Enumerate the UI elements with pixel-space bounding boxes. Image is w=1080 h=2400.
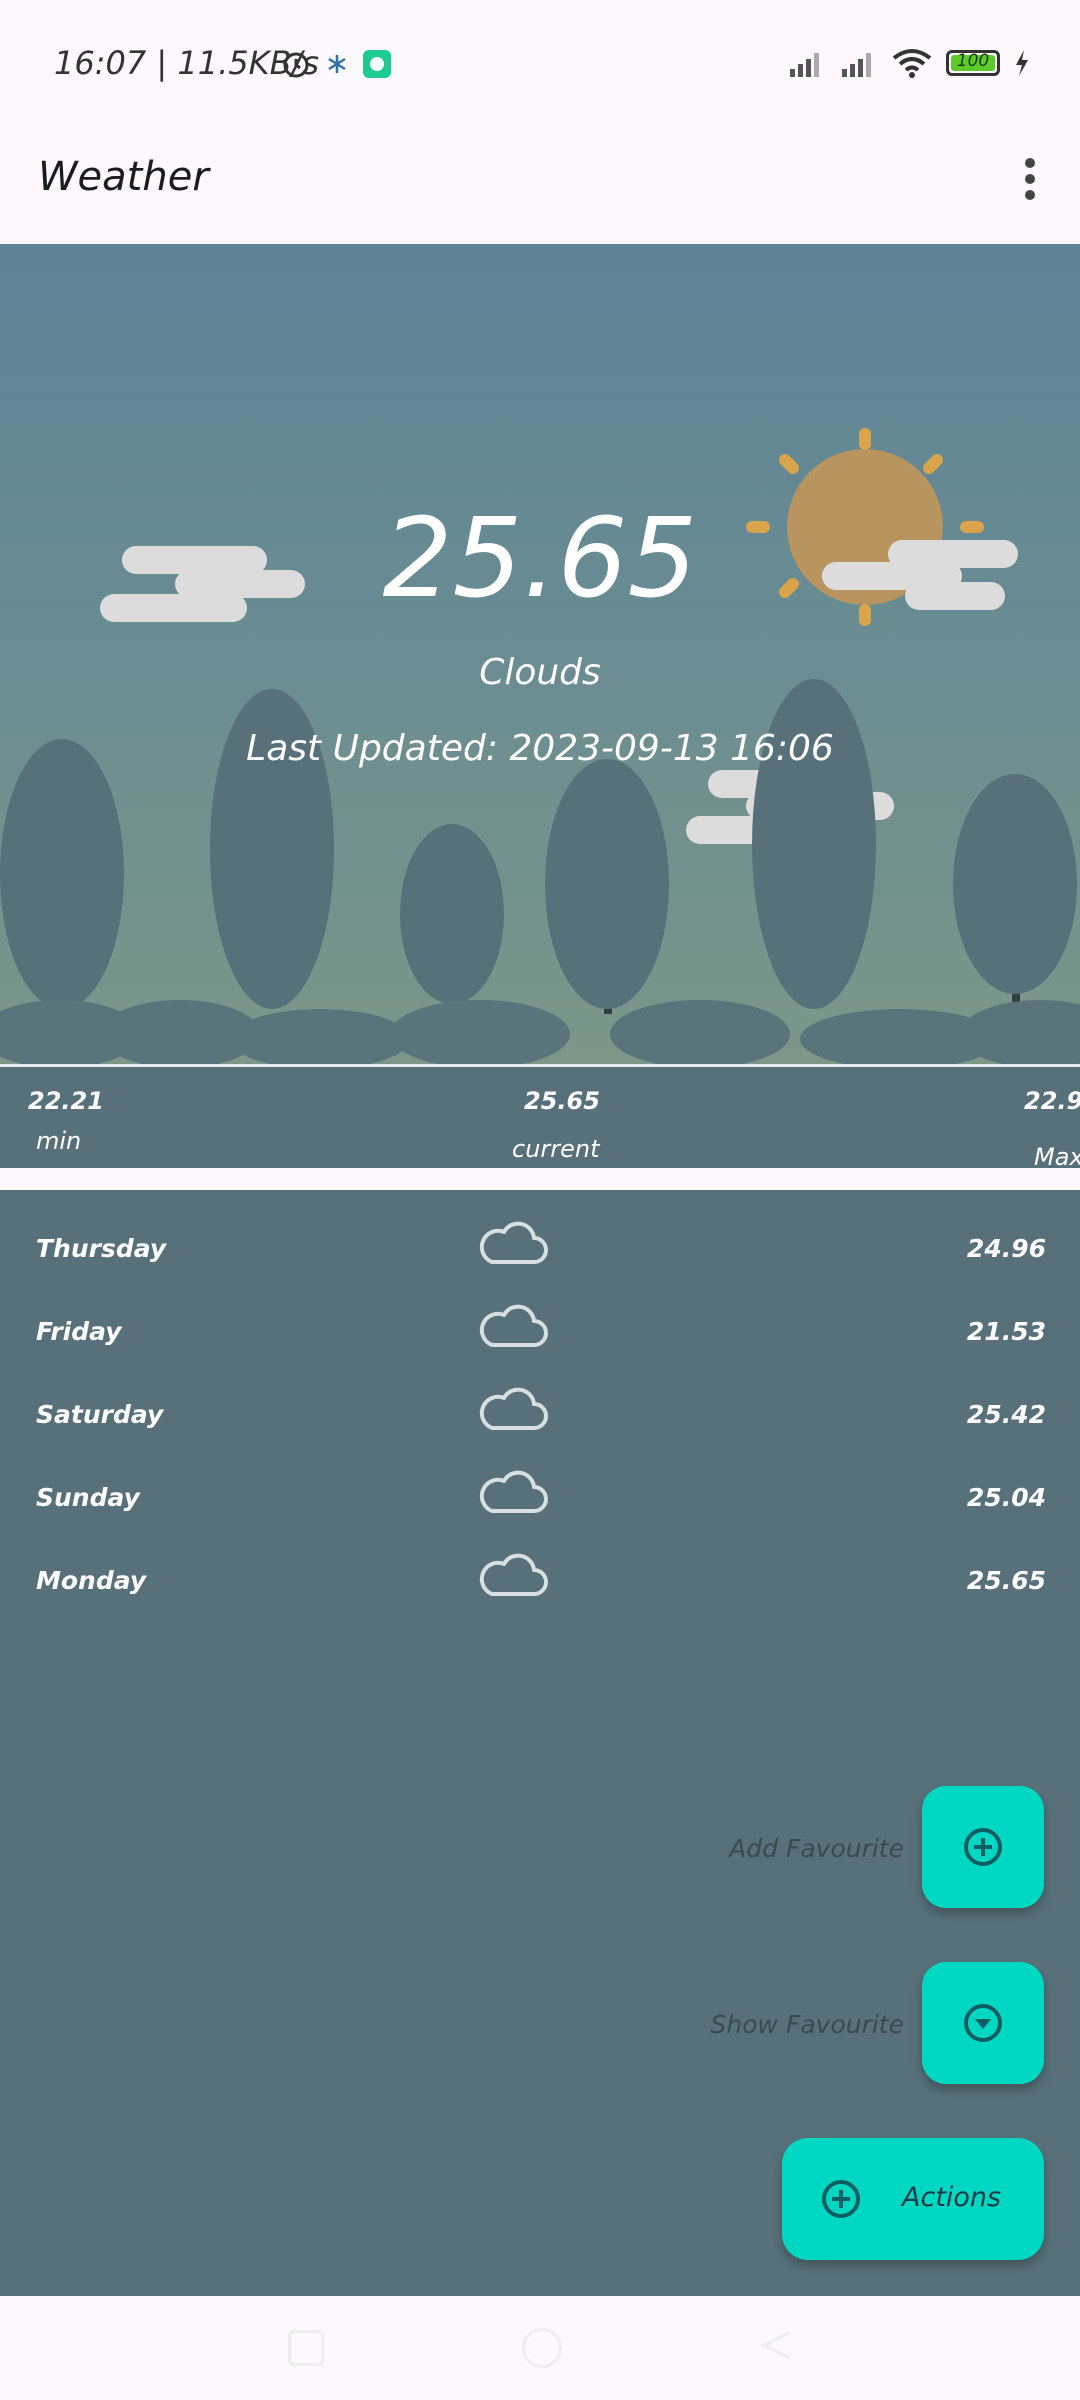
- add-circle-icon: [964, 1828, 1002, 1866]
- max-temp-label: Max: [1034, 1143, 1080, 1171]
- cloud-icon: [479, 1470, 548, 1513]
- list-item: Friday 21.53: [0, 1295, 1080, 1375]
- battery-level: 100: [956, 51, 990, 71]
- more-vert-icon: [1025, 158, 1035, 168]
- recents-button[interactable]: [288, 2330, 324, 2366]
- forecast-day: Saturday: [36, 1400, 164, 1429]
- list-item: Sunday 25.04: [0, 1461, 1080, 1541]
- system-nav-bar: [0, 2296, 1080, 2400]
- temperature-range-strip: 22.21 min 25.65 current 22.96 Max: [0, 1064, 1080, 1171]
- signal-icon: [842, 53, 871, 77]
- arrow-drop-down-circle-icon: [964, 2004, 1002, 2042]
- forecast-day: Sunday: [36, 1483, 140, 1512]
- show-favourite-label: Show Favourite: [710, 2010, 904, 2039]
- forecast-day: Monday: [36, 1566, 147, 1595]
- forecast-temp: 25.04: [966, 1483, 1046, 1512]
- min-temp-value: 22.21: [28, 1087, 104, 1115]
- list-item: Monday 25.65: [0, 1544, 1080, 1624]
- wifi-icon: [892, 49, 932, 78]
- forecast-temp: 24.96: [966, 1234, 1046, 1263]
- show-favourite-button[interactable]: [922, 1962, 1044, 2084]
- status-system-icons: 100: [788, 48, 1030, 78]
- shield-app-icon: [363, 50, 391, 78]
- app-bar: Weather: [0, 134, 1080, 244]
- actions-label: Actions: [902, 2182, 1002, 2213]
- alarm-icon: [283, 52, 309, 78]
- add-circle-icon: [822, 2180, 860, 2218]
- forecast-list: Thursday 24.96 Friday 21.53 Saturday 25.…: [0, 1190, 1080, 2296]
- app-title: Weather: [38, 154, 209, 200]
- bushes-decoration: [0, 1000, 1080, 1064]
- cloud-icon: [479, 1387, 548, 1430]
- divider: [0, 1168, 1080, 1190]
- charging-icon: [1016, 50, 1028, 76]
- signal-icon: [790, 53, 819, 77]
- forecast-temp: 25.65: [966, 1566, 1046, 1595]
- status-bar: 16:07 | 11.5KB/s 100: [0, 0, 1080, 134]
- cloud-icon: [479, 1553, 548, 1596]
- status-notification-icons: [280, 48, 392, 80]
- current-temperature: 25.65: [382, 494, 698, 622]
- forecast-temp: 21.53: [966, 1317, 1046, 1346]
- back-icon[interactable]: [760, 2328, 794, 2362]
- add-favourite-label: Add Favourite: [729, 1834, 904, 1863]
- cloud-icon: [479, 1304, 548, 1347]
- list-item: Thursday 24.96: [0, 1212, 1080, 1292]
- current-temp-label: current: [512, 1135, 600, 1163]
- list-item: Saturday 25.42: [0, 1378, 1080, 1458]
- cloud-icon: [479, 1221, 548, 1264]
- max-temp-value: 22.96: [1024, 1087, 1080, 1115]
- current-temp-value: 25.65: [524, 1087, 600, 1115]
- home-button[interactable]: [522, 2328, 562, 2368]
- forecast-temp: 25.42: [966, 1400, 1046, 1429]
- actions-fab[interactable]: Actions: [782, 2138, 1044, 2260]
- last-updated: Last Updated: 2023-09-13 16:06: [246, 728, 834, 769]
- overflow-menu-button[interactable]: [1010, 152, 1050, 208]
- add-favourite-button[interactable]: [922, 1786, 1044, 1908]
- min-temp-label: min: [36, 1127, 82, 1155]
- snowflake-icon: [328, 55, 346, 73]
- forecast-day: Thursday: [36, 1234, 167, 1263]
- forecast-day: Friday: [36, 1317, 122, 1346]
- battery-icon: 100: [946, 50, 1000, 76]
- weather-hero: 25.65 Clouds Last Updated: 2023-09-13 16…: [0, 244, 1080, 1064]
- weather-condition: Clouds: [479, 652, 601, 693]
